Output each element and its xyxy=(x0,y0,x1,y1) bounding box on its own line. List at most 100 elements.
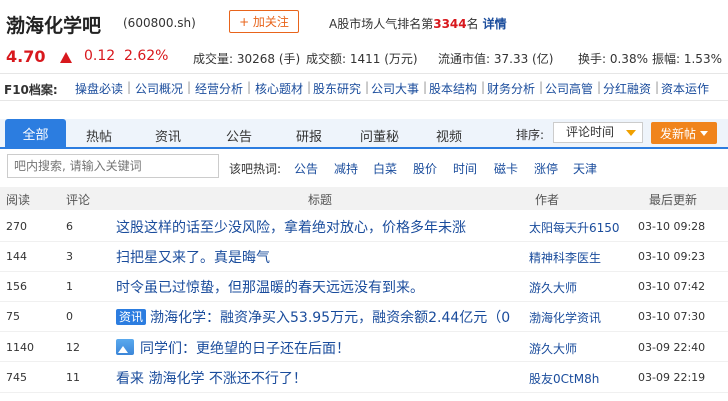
comment-count: 0 xyxy=(66,310,73,323)
f10-link[interactable]: 公司高管 xyxy=(545,80,593,97)
up-arrow-icon xyxy=(60,52,72,63)
read-count: 75 xyxy=(6,310,20,323)
follow-label: + 加关注 xyxy=(239,15,289,29)
amplitude-stat: 振幅: 1.53% xyxy=(652,52,722,66)
post-author-link[interactable]: 渤海化学资讯 xyxy=(529,309,601,326)
chevron-down-icon xyxy=(626,130,636,136)
post-author-link[interactable]: 游久大师 xyxy=(529,340,577,357)
post-time: 03-10 09:28 xyxy=(638,220,706,233)
tab-all[interactable]: 全部 xyxy=(5,119,66,148)
f10-link[interactable]: 资本运作 xyxy=(661,80,709,97)
comment-count: 3 xyxy=(66,250,73,263)
f10-link[interactable]: 核心题材 xyxy=(255,80,303,97)
separator: | xyxy=(423,80,428,94)
f10-link[interactable]: 公司概况 xyxy=(135,80,183,97)
read-count: 270 xyxy=(6,220,27,233)
f10-link[interactable]: 股东研究 xyxy=(313,80,361,97)
post-author-link[interactable]: 太阳每天升6150 xyxy=(529,219,620,236)
separator: | xyxy=(247,80,252,94)
hot-words-label: 该吧热词: xyxy=(229,162,282,176)
f10-label: F10档案: xyxy=(4,83,58,97)
tab-video[interactable]: 视频 xyxy=(436,126,462,145)
popularity-rank: A股市场人气排名第3344名 详情 xyxy=(329,17,507,31)
image-icon xyxy=(116,339,134,355)
post-time: 03-10 09:23 xyxy=(638,250,706,263)
new-post-button[interactable]: 发新帖 xyxy=(651,122,717,144)
table-row xyxy=(0,363,728,393)
price-change-pct: 2.62% xyxy=(124,48,169,64)
post-title-link[interactable]: 扫把星又来了。真是晦气 xyxy=(116,247,270,267)
turnover-amount-stat: 成交额: 1411 (万元) xyxy=(306,52,418,66)
table-row xyxy=(0,242,728,272)
stock-price: 4.70 xyxy=(6,47,46,66)
post-time: 03-10 07:30 xyxy=(638,310,706,323)
post-author-link[interactable]: 精神科李医生 xyxy=(529,249,601,266)
post-author-link[interactable]: 股友0CtM8h xyxy=(529,370,599,387)
comment-count: 11 xyxy=(66,371,80,384)
col-last-update: 最后更新 xyxy=(649,193,698,207)
chevron-down-icon xyxy=(700,130,708,136)
separator: | xyxy=(539,80,544,94)
sort-select[interactable]: 评论时间 xyxy=(553,122,643,143)
f10-link[interactable]: 财务分析 xyxy=(487,80,535,97)
stock-code: (600800.sh) xyxy=(123,16,196,30)
hot-word[interactable]: 白菜 xyxy=(373,160,397,177)
new-post-label: 发新帖 xyxy=(659,126,696,141)
read-count: 1140 xyxy=(6,341,34,354)
f10-link[interactable]: 公司大事 xyxy=(371,80,419,97)
volume-stat: 成交量: 30268 (手) xyxy=(193,52,301,66)
hot-word[interactable]: 股价 xyxy=(413,160,437,177)
table-row xyxy=(0,332,728,362)
follow-button[interactable]: + 加关注 xyxy=(229,10,299,33)
post-title-link[interactable]: 资讯 渤海化学：融资净买入53.95万元，融资余额2.44亿元（0 xyxy=(116,307,510,327)
hot-word[interactable]: 涨停 xyxy=(534,160,558,177)
post-title-link[interactable]: 时令虽已过惊蛰，但那温暖的春天远远没有到来。 xyxy=(116,277,424,297)
separator: | xyxy=(481,80,486,94)
read-count: 745 xyxy=(6,371,27,384)
post-time: 03-10 07:42 xyxy=(638,280,706,293)
rank-value: 3344 xyxy=(433,17,467,31)
f10-link[interactable]: 分红融资 xyxy=(603,80,651,97)
post-title-link[interactable]: 看来 渤海化学 不涨还不行了！ xyxy=(116,368,307,388)
separator: | xyxy=(127,80,132,94)
col-comments: 评论 xyxy=(66,193,91,207)
read-count: 156 xyxy=(6,280,27,293)
post-time: 03-09 22:40 xyxy=(638,341,706,354)
read-count: 144 xyxy=(6,250,27,263)
search-input[interactable] xyxy=(7,154,219,178)
separator: | xyxy=(365,80,370,94)
comment-count: 1 xyxy=(66,280,73,293)
post-title-link[interactable]: 同学们：更绝望的日子还在后面！ xyxy=(116,338,350,358)
tab-news[interactable]: 资讯 xyxy=(155,126,181,145)
news-badge: 资讯 xyxy=(116,309,147,325)
post-title-link[interactable]: 这股这样的话至少没风险，拿着绝对放心，价格多年未涨 xyxy=(116,217,466,237)
hot-word[interactable]: 磁卡 xyxy=(494,160,518,177)
tab-hot[interactable]: 热帖 xyxy=(86,126,112,145)
f10-link[interactable]: 经营分析 xyxy=(195,80,243,97)
tab-announcements[interactable]: 公告 xyxy=(226,126,252,145)
col-title: 标题 xyxy=(308,193,333,207)
hot-word[interactable]: 公告 xyxy=(294,160,318,177)
table-header xyxy=(0,187,728,210)
separator: | xyxy=(655,80,660,94)
separator: | xyxy=(307,80,312,94)
detail-link[interactable]: 详情 xyxy=(483,17,507,31)
separator: | xyxy=(187,80,192,94)
tab-ask-secretary[interactable]: 问董秘 xyxy=(360,126,399,145)
sort-label: 排序: xyxy=(516,128,545,142)
post-time: 03-09 22:19 xyxy=(638,371,706,384)
hot-word[interactable]: 天津 xyxy=(573,160,597,177)
f10-link[interactable]: 操盘必读 xyxy=(75,80,123,97)
f10-link[interactable]: 股本结构 xyxy=(429,80,477,97)
post-title-text: 渤海化学：融资净买入53.95万元，融资余额2.44亿元（0 xyxy=(150,310,511,326)
post-title-text: 同学们：更绝望的日子还在后面！ xyxy=(140,341,350,357)
hot-word[interactable]: 时间 xyxy=(453,160,477,177)
price-change: 0.12 xyxy=(84,48,116,64)
turnover-rate-stat: 换手: 0.38% xyxy=(578,52,648,66)
hot-word[interactable]: 减持 xyxy=(334,160,358,177)
tab-research[interactable]: 研报 xyxy=(296,126,322,145)
post-author-link[interactable]: 游久大师 xyxy=(529,279,577,296)
sort-selected-value: 评论时间 xyxy=(566,125,615,139)
comment-count: 6 xyxy=(66,220,73,233)
col-author: 作者 xyxy=(535,193,560,207)
